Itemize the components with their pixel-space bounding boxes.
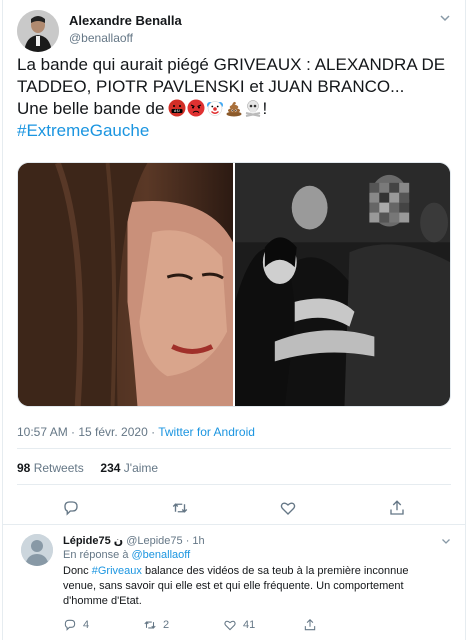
reply-text-line: Donc #Griveaux balance des vidéos de sa … — [63, 564, 453, 579]
author-name[interactable]: Alexandre Benalla — [69, 13, 182, 28]
author-handle[interactable]: @benallaoff — [69, 31, 133, 45]
mention-link[interactable]: @benallaoff — [132, 549, 191, 561]
reply-icon[interactable] — [62, 499, 80, 517]
like-count: 41 — [243, 619, 256, 631]
retweet-button[interactable]: 2 — [143, 618, 223, 632]
reply-text: Donc #Griveaux balance des vidéos de sa … — [63, 564, 453, 609]
reply-context: En réponse à @benallaoff — [63, 549, 190, 561]
likes-stat[interactable]: 234 J'aime — [100, 461, 158, 475]
share-icon[interactable] — [388, 499, 406, 517]
divider — [17, 448, 451, 449]
clown-face-icon — [207, 101, 224, 116]
divider — [17, 484, 451, 485]
pile-of-poo-icon — [226, 101, 242, 117]
tweet-text-line: Une belle bande de #$!! — [17, 98, 457, 120]
like-icon — [224, 620, 236, 631]
retweet-count: 2 — [163, 619, 170, 631]
chevron-down-icon[interactable] — [441, 536, 451, 546]
like-icon[interactable] — [279, 499, 297, 517]
skull-and-crossbones-icon — [246, 100, 261, 117]
emoji-group: #$! — [168, 99, 262, 117]
tweet-text-suffix: ! — [262, 99, 268, 118]
reply-icon — [64, 619, 76, 631]
retweets-count: 98 — [17, 461, 31, 475]
timestamp[interactable]: 10:57 AM · 15 févr. 2020 · — [17, 425, 158, 439]
tweet-text-line: La bande qui aurait piégé GRIVEAUX : ALE… — [17, 55, 446, 74]
source-link[interactable]: Twitter for Android — [158, 425, 255, 439]
pouting-face-icon — [187, 99, 205, 117]
retweets-stat[interactable]: 98 Retweets — [17, 461, 84, 475]
tweet-text: La bande qui aurait piégé GRIVEAUX : ALE… — [17, 54, 457, 142]
reply-text-rest: balance des vidéos de sa teub à la premi… — [141, 565, 409, 577]
hashtag-link[interactable]: #ExtremeGauche — [17, 120, 457, 142]
reply-actions: 4 2 41 — [63, 617, 403, 633]
avatar[interactable] — [21, 534, 53, 566]
share-button[interactable] — [303, 618, 383, 632]
reply-text-prefix: Donc — [63, 565, 92, 577]
retweets-label: Retweets — [33, 461, 84, 475]
face-with-symbols-on-mouth-icon: #$! — [168, 99, 186, 117]
avatar[interactable] — [17, 10, 59, 52]
tweet-actions — [17, 496, 451, 520]
reply-count: 4 — [83, 619, 90, 631]
tweet-text-line: TADDEO, PIOTR PAVLENSKI et JUAN BRANCO..… — [17, 77, 405, 96]
media-grid[interactable] — [17, 162, 451, 407]
reply-text-line: d'homme d'Etat. — [63, 595, 142, 607]
reply-author-name[interactable]: Lépide75 ن — [63, 535, 123, 547]
tweet-meta: 10:57 AM · 15 févr. 2020 · Twitter for A… — [17, 425, 255, 439]
retweet-icon[interactable] — [171, 499, 189, 517]
chevron-down-icon[interactable] — [439, 12, 451, 24]
reply-button[interactable]: 4 — [63, 618, 143, 632]
reply-author: Lépide75 ن @Lepide75 · 1h — [63, 534, 205, 547]
photo-right[interactable] — [234, 163, 450, 406]
divider — [3, 524, 465, 525]
like-button[interactable]: 41 — [223, 618, 303, 632]
tweet-text-prefix: Une belle bande de — [17, 99, 165, 118]
photo-left[interactable] — [18, 163, 233, 406]
likes-count: 234 — [100, 461, 121, 475]
svg-text:#$!: #$! — [174, 109, 181, 113]
reply-author-handle[interactable]: @Lepide75 · 1h — [126, 535, 204, 547]
share-icon — [304, 619, 316, 631]
reply-text-line: venue, sans savoir qui elle est et qui e… — [63, 580, 404, 592]
tweet-thread: Alexandre Benalla @benallaoff La bande q… — [2, 0, 466, 640]
reply-context-prefix: En réponse à — [63, 549, 132, 561]
likes-label: J'aime — [123, 461, 159, 475]
tweet-stats: 98 Retweets 234 J'aime — [17, 461, 158, 475]
retweet-icon — [144, 621, 156, 629]
hashtag-link[interactable]: #Griveaux — [92, 565, 142, 577]
